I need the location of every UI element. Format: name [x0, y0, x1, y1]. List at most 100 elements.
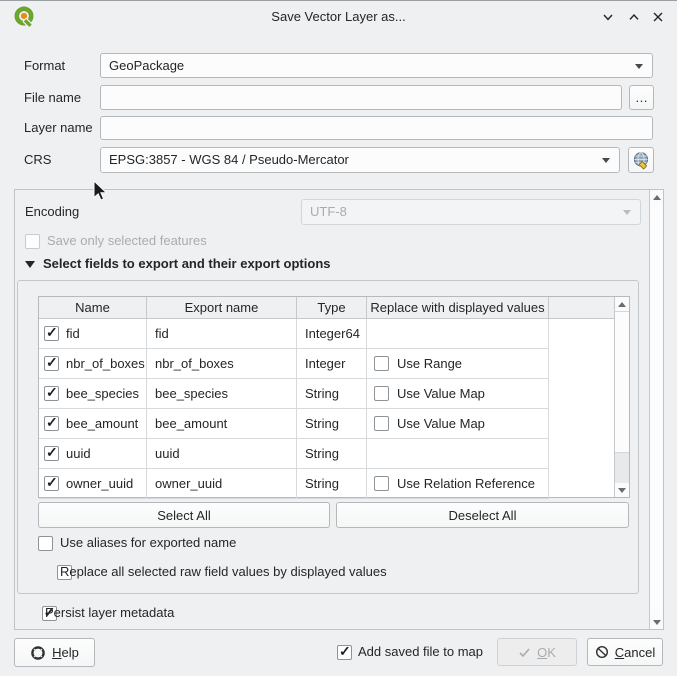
- field-checkbox[interactable]: [44, 416, 59, 431]
- field-name: uuid: [66, 446, 91, 461]
- table-row: bee_amount bee_amount String Use Value M…: [39, 409, 629, 439]
- help-lifebuoy-icon: [30, 645, 46, 661]
- collapse-triangle-icon[interactable]: [25, 261, 35, 268]
- deselect-all-button[interactable]: Deselect All: [336, 502, 629, 528]
- layer-name-label: Layer name: [24, 116, 93, 140]
- file-name-label: File name: [24, 85, 81, 110]
- replace-option-label: Use Range: [397, 356, 462, 371]
- type-cell: String: [297, 439, 367, 469]
- header-type[interactable]: Type: [297, 297, 367, 319]
- fields-section-title[interactable]: Select fields to export and their export…: [43, 256, 331, 272]
- scroll-up-arrow[interactable]: [615, 297, 629, 311]
- crs-picker-button[interactable]: [628, 147, 654, 173]
- close-button[interactable]: [649, 9, 667, 25]
- use-value-map-checkbox[interactable]: [374, 416, 389, 431]
- globe-edit-icon: [632, 151, 651, 170]
- browse-file-button[interactable]: …: [629, 85, 654, 110]
- crs-combobox[interactable]: EPSG:3857 - WGS 84 / Pseudo-Mercator: [100, 147, 620, 173]
- field-name: bee_species: [66, 386, 139, 401]
- header-filler: [549, 297, 614, 319]
- encoding-value: UTF-8: [310, 200, 616, 224]
- scroll-down-arrow[interactable]: [615, 483, 629, 497]
- export-name-cell[interactable]: bee_species: [147, 379, 297, 409]
- close-icon: [651, 10, 665, 24]
- cancel-button[interactable]: Cancel: [587, 638, 663, 666]
- field-checkbox[interactable]: [44, 386, 59, 401]
- scrollbar-handle[interactable]: [650, 204, 663, 615]
- type-cell: Integer: [297, 349, 367, 379]
- replace-cell[interactable]: [367, 319, 549, 349]
- use-aliases-label: Use aliases for exported name: [60, 535, 236, 550]
- table-row: bee_species bee_species String Use Value…: [39, 379, 629, 409]
- field-checkbox[interactable]: [44, 326, 59, 341]
- use-range-checkbox[interactable]: [374, 356, 389, 371]
- file-name-input[interactable]: [100, 85, 622, 110]
- scrollbar-handle[interactable]: [615, 311, 629, 453]
- table-row: uuid uuid String: [39, 439, 629, 469]
- replace-cell[interactable]: [367, 439, 549, 469]
- save-vector-layer-dialog: Save Vector Layer as... Format GeoPackag…: [0, 0, 677, 676]
- add-saved-file-checkbox[interactable]: [337, 645, 352, 660]
- replace-option-label: Use Relation Reference: [397, 476, 535, 491]
- type-cell: String: [297, 409, 367, 439]
- header-export-name[interactable]: Export name: [147, 297, 297, 319]
- maximize-button[interactable]: [625, 9, 643, 25]
- export-name-cell[interactable]: fid: [147, 319, 297, 349]
- use-relation-reference-checkbox[interactable]: [374, 476, 389, 491]
- type-cell: String: [297, 379, 367, 409]
- crs-value: EPSG:3857 - WGS 84 / Pseudo-Mercator: [109, 148, 595, 172]
- titlebar[interactable]: Save Vector Layer as...: [0, 1, 677, 33]
- crs-label: CRS: [24, 147, 51, 173]
- field-name: fid: [66, 326, 80, 341]
- field-checkbox[interactable]: [44, 356, 59, 371]
- field-name: nbr_of_boxes: [66, 356, 145, 371]
- field-name: owner_uuid: [66, 476, 133, 491]
- replace-option-label: Use Value Map: [397, 416, 485, 431]
- save-only-selected-label: Save only selected features: [47, 233, 207, 248]
- replace-cell[interactable]: Use Value Map: [367, 409, 549, 439]
- scroll-up-arrow[interactable]: [650, 190, 663, 204]
- window-title: Save Vector Layer as...: [0, 1, 677, 32]
- table-header-row: Name Export name Type Replace with displ…: [39, 297, 629, 319]
- table-scrollbar[interactable]: [614, 297, 629, 497]
- add-saved-file-label: Add saved file to map: [358, 644, 483, 659]
- use-aliases-checkbox[interactable]: [38, 536, 53, 551]
- format-combobox[interactable]: GeoPackage: [100, 53, 653, 78]
- cancel-slash-icon: [595, 645, 609, 659]
- scroll-down-arrow[interactable]: [650, 615, 663, 629]
- encoding-label: Encoding: [25, 199, 79, 225]
- minimize-button[interactable]: [599, 9, 617, 25]
- export-name-cell[interactable]: bee_amount: [147, 409, 297, 439]
- field-checkbox[interactable]: [44, 476, 59, 491]
- use-value-map-checkbox[interactable]: [374, 386, 389, 401]
- help-button[interactable]: Help: [14, 638, 95, 667]
- ok-button[interactable]: OK: [497, 638, 577, 666]
- replace-cell[interactable]: Use Value Map: [367, 379, 549, 409]
- fields-groupbox: Name Export name Type Replace with displ…: [17, 280, 639, 594]
- type-cell: Integer64: [297, 319, 367, 349]
- export-name-cell[interactable]: nbr_of_boxes: [147, 349, 297, 379]
- options-scrollbar[interactable]: [649, 190, 663, 629]
- format-label: Format: [24, 53, 65, 78]
- replace-cell[interactable]: Use Range: [367, 349, 549, 379]
- replace-cell[interactable]: Use Relation Reference: [367, 469, 549, 499]
- options-scroll-area: Encoding UTF-8 Save only selected featur…: [14, 189, 664, 630]
- replace-option-label: Use Value Map: [397, 386, 485, 401]
- layer-name-input[interactable]: [100, 116, 653, 140]
- field-checkbox[interactable]: [44, 446, 59, 461]
- help-label: Help: [52, 645, 79, 660]
- table-row: nbr_of_boxes nbr_of_boxes Integer Use Ra…: [39, 349, 629, 379]
- replace-raw-values-label: Replace all selected raw field values by…: [60, 564, 387, 579]
- header-replace[interactable]: Replace with displayed values: [367, 297, 549, 319]
- select-all-button[interactable]: Select All: [38, 502, 330, 528]
- ok-label: OK: [537, 645, 556, 660]
- persist-metadata-label: Persist layer metadata: [45, 605, 174, 620]
- header-name[interactable]: Name: [39, 297, 147, 319]
- table-row: owner_uuid owner_uuid String Use Relatio…: [39, 469, 629, 499]
- browse-ellipsis-label: …: [635, 90, 648, 105]
- export-name-cell[interactable]: uuid: [147, 439, 297, 469]
- field-name: bee_amount: [66, 416, 138, 431]
- mouse-cursor: [93, 180, 108, 204]
- type-cell: String: [297, 469, 367, 499]
- export-name-cell[interactable]: owner_uuid: [147, 469, 297, 499]
